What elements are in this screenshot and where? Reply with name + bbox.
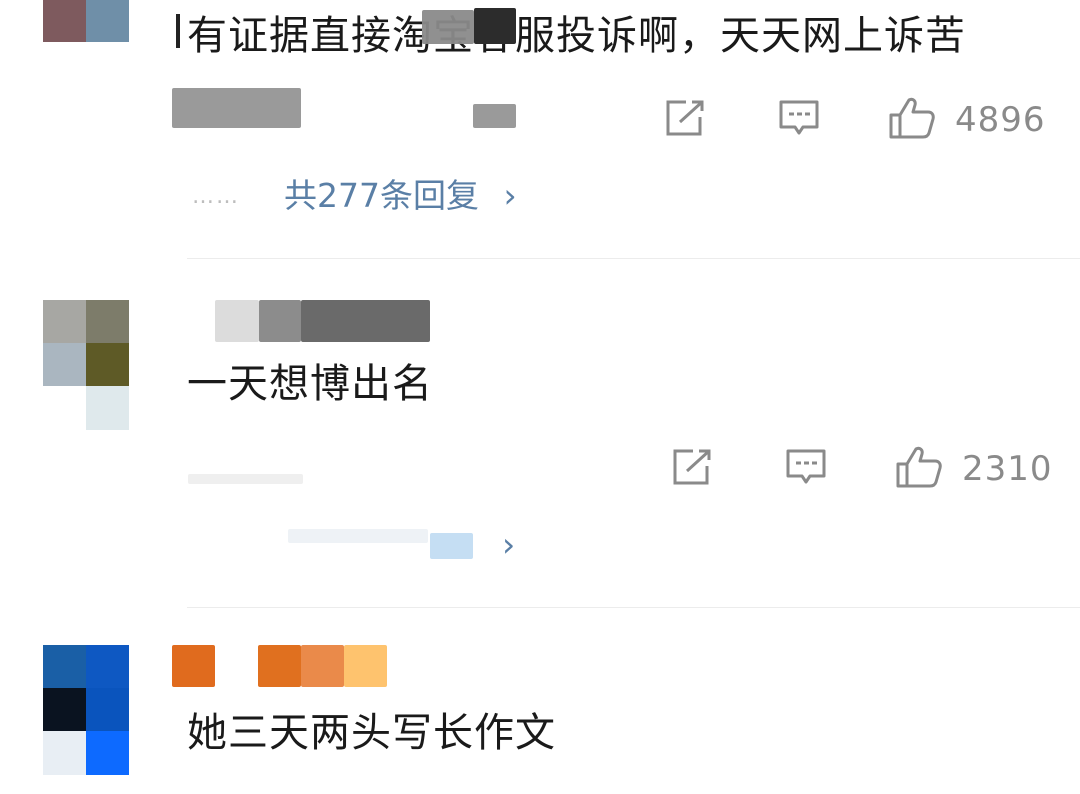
avatar-edge-mark	[176, 14, 180, 48]
comment-text: 她三天两头写长作文	[187, 710, 556, 756]
avatar[interactable]	[43, 645, 129, 775]
like-count: 2310	[962, 449, 1053, 489]
view-replies-link[interactable]: 共277条回复 ›	[284, 176, 517, 216]
censored-location	[473, 104, 516, 128]
reply-button[interactable]	[778, 99, 820, 139]
censored-replies-label	[288, 529, 428, 543]
share-icon	[666, 100, 704, 136]
censored-username	[172, 645, 215, 687]
thumbs-up-icon	[896, 446, 942, 488]
censored-username	[301, 645, 344, 687]
divider	[187, 258, 1080, 259]
avatar[interactable]	[43, 300, 129, 430]
replies-dots: ……	[192, 184, 240, 209]
censored-username	[258, 645, 301, 687]
divider	[187, 607, 1080, 608]
share-icon	[673, 449, 711, 485]
censored-replies-label	[430, 533, 473, 559]
like-count: 4896	[955, 100, 1046, 140]
censored-username	[344, 645, 387, 687]
censored-timestamp	[188, 474, 303, 484]
censored-username	[301, 300, 430, 342]
share-button[interactable]	[664, 99, 706, 137]
chevron-right-icon: ›	[502, 525, 516, 564]
thumbs-up-icon	[889, 97, 935, 139]
like-button[interactable]	[888, 96, 936, 140]
censor-block	[422, 10, 474, 44]
comment-text: 有证据直接淘宝客服投诉啊，天天网上诉苦	[187, 13, 966, 59]
view-replies-link[interactable]: ›	[288, 525, 528, 565]
like-button[interactable]	[895, 445, 943, 489]
chevron-right-icon: ›	[503, 176, 517, 215]
censored-username	[259, 300, 301, 342]
share-button[interactable]	[671, 448, 713, 486]
avatar[interactable]	[43, 0, 129, 42]
censored-timestamp	[172, 88, 301, 128]
comment-icon	[779, 100, 819, 135]
censor-block	[474, 8, 516, 44]
comment-text: 一天想博出名	[187, 361, 433, 407]
censored-username	[215, 300, 259, 342]
reply-button[interactable]	[785, 448, 827, 488]
replies-label: 共277条回复	[284, 176, 479, 215]
comment-icon	[786, 449, 826, 484]
